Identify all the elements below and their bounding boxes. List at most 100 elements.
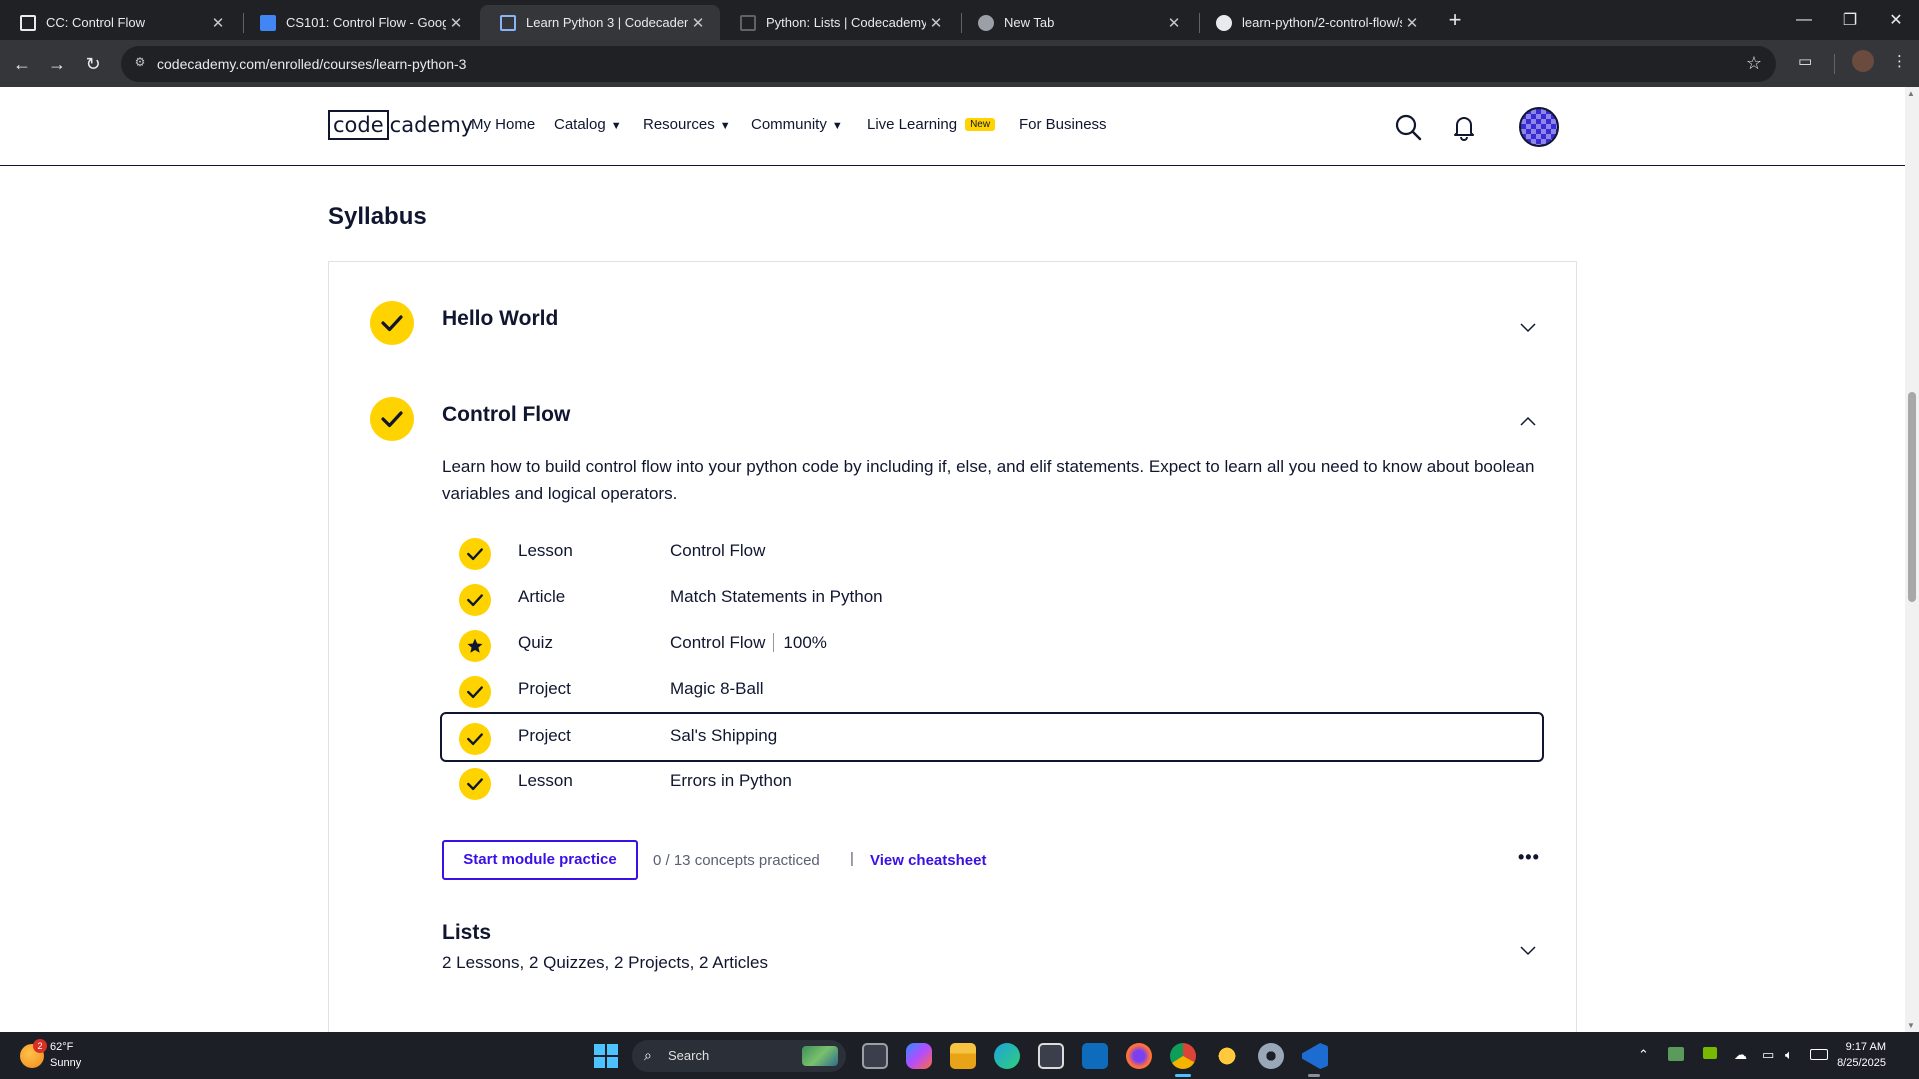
close-icon[interactable]: ✕ [446,14,466,32]
outlook-icon[interactable] [1082,1043,1108,1069]
module-complete-badge [370,301,414,345]
caret-down-icon: ▼ [719,120,731,132]
list-item-quiz[interactable]: Quiz Control Flow 100% [440,620,1544,668]
list-item-project[interactable]: Project Magic 8-Ball [440,666,1544,714]
clock-time[interactable]: 9:17 AM [1846,1041,1886,1053]
item-name: Match Statements in Python [670,587,883,606]
chrome-icon[interactable] [1170,1043,1196,1069]
tab-cs101-control-flow[interactable]: CS101: Control Flow - Google D ✕ [240,5,478,40]
chevron-down-icon[interactable] [1520,943,1536,959]
windows-taskbar: 2 62°F Sunny ⌕ Search ⌃ ☁ ▭ 🔈︎ 9:17 AM 8… [0,1032,1919,1079]
cast-icon[interactable]: ▭ [1798,52,1812,70]
bell-icon[interactable] [1450,113,1478,141]
list-item-lesson[interactable]: Lesson Errors in Python [440,758,1544,806]
github-icon [1216,14,1232,31]
browser-menu-icon[interactable]: ⋮ [1892,52,1907,70]
item-type: Project [518,726,571,745]
nav-for-business[interactable]: For Business [1019,116,1107,133]
bookmark-star-icon[interactable]: ☆ [1746,53,1762,74]
check-icon [381,411,403,428]
view-cheatsheet-link[interactable]: View cheatsheet [870,852,986,869]
nav-my-home[interactable]: My Home [471,116,535,133]
url-text[interactable]: codecademy.com/enrolled/courses/learn-py… [157,56,466,72]
close-icon[interactable]: ✕ [688,14,708,32]
nav-live-learning[interactable]: Live Learning New [867,116,996,133]
module-title-lists[interactable]: Lists [442,921,491,945]
list-item-lesson[interactable]: Lesson Control Flow [440,528,1544,576]
weather-condition[interactable]: Sunny [50,1057,81,1069]
chevron-up-icon[interactable]: ⌃ [1638,1047,1649,1063]
windows-start-icon[interactable] [594,1044,618,1068]
page-scrollbar[interactable]: ▲ ▼ [1905,87,1919,1032]
tab-github-learn-python[interactable]: learn-python/2-control-flow/sa ✕ [1196,5,1434,40]
profile-avatar-icon[interactable] [1852,50,1874,72]
chevron-down-icon[interactable] [1520,320,1536,336]
google-docs-icon [260,14,276,31]
close-icon[interactable]: ✕ [208,14,228,32]
tray-app-icon[interactable] [1668,1047,1684,1061]
app-yellow-icon[interactable] [1214,1043,1240,1069]
star-icon [467,638,483,653]
close-icon[interactable]: ✕ [1402,14,1422,32]
scroll-down-icon[interactable]: ▼ [1907,1021,1915,1030]
task-view-icon[interactable] [862,1043,888,1069]
microsoft-store-icon[interactable] [1038,1043,1064,1069]
restore-button[interactable]: ❐ [1827,0,1873,40]
item-complete-badge [459,723,491,755]
site-header: code cademy My Home Catalog ▼ Resources ▼ C… [0,87,1905,166]
item-name: Control Flow [670,541,766,560]
list-item-article[interactable]: Article Match Statements in Python [440,574,1544,622]
clock-date[interactable]: 8/25/2025 [1837,1057,1886,1069]
module-title-hello-world[interactable]: Hello World [442,307,558,331]
weather-temperature[interactable]: 62°F [50,1041,73,1053]
copilot-icon[interactable] [906,1043,932,1069]
nav-resources[interactable]: Resources ▼ [643,116,731,133]
address-bar[interactable]: ⚙ codecademy.com/enrolled/courses/learn-… [121,46,1776,82]
module-title-control-flow[interactable]: Control Flow [442,403,570,427]
item-type: Project [518,679,571,698]
new-tab-button[interactable]: + [1440,5,1470,35]
browser-toolbar: ← → ↻ ⚙ codecademy.com/enrolled/courses/… [0,40,1919,87]
tab-learn-python-3[interactable]: Learn Python 3 | Codecademy ✕ [480,5,720,40]
window-close-button[interactable]: ✕ [1873,0,1919,40]
back-arrow-icon[interactable]: ← [8,50,36,78]
chevron-up-icon[interactable] [1520,413,1536,429]
start-module-practice-button[interactable]: Start module practice [442,840,638,880]
tab-cc-control-flow[interactable]: CC: Control Flow ✕ [0,5,240,40]
forward-arrow-icon[interactable]: → [43,50,71,78]
battery-icon[interactable] [1810,1049,1828,1060]
site-info-icon[interactable]: ⚙ [131,55,149,73]
chrome-icon [978,14,994,31]
close-icon[interactable]: ✕ [926,14,946,32]
more-options-icon[interactable]: ••• [1518,847,1540,868]
file-explorer-icon[interactable] [950,1043,976,1069]
scrollbar-thumb[interactable] [1908,392,1916,602]
tab-python-lists[interactable]: Python: Lists | Codecademy ✕ [720,5,958,40]
codecademy-icon [20,14,36,31]
nav-community[interactable]: Community ▼ [751,116,843,133]
vscode-icon[interactable] [1302,1043,1328,1069]
codecademy-logo[interactable]: code cademy [328,110,473,140]
module-description: Learn how to build control flow into you… [442,457,1535,503]
user-avatar[interactable] [1519,107,1559,147]
item-complete-badge [459,584,491,616]
nav-catalog[interactable]: Catalog ▼ [554,116,622,133]
edge-icon[interactable] [994,1043,1020,1069]
item-type: Quiz [518,633,553,652]
tab-new-tab[interactable]: New Tab ✕ [958,5,1196,40]
volume-icon[interactable]: 🔈︎ [1785,1047,1793,1063]
nvidia-icon[interactable] [1703,1047,1717,1059]
item-type: Lesson [518,541,573,560]
display-icon[interactable]: ▭ [1762,1047,1774,1063]
item-type: Lesson [518,771,573,790]
firefox-icon[interactable] [1126,1043,1152,1069]
cloud-offline-icon[interactable]: ☁ [1734,1047,1747,1063]
reload-icon[interactable]: ↻ [79,50,107,78]
list-item-project-focused[interactable]: Project Sal's Shipping [440,712,1544,762]
search-icon[interactable] [1394,113,1422,141]
taskbar-search-box[interactable]: ⌕ Search [632,1040,846,1072]
close-icon[interactable]: ✕ [1164,14,1184,32]
scroll-up-icon[interactable]: ▲ [1907,89,1915,98]
settings-icon[interactable] [1258,1043,1284,1069]
minimize-button[interactable]: — [1781,0,1827,40]
